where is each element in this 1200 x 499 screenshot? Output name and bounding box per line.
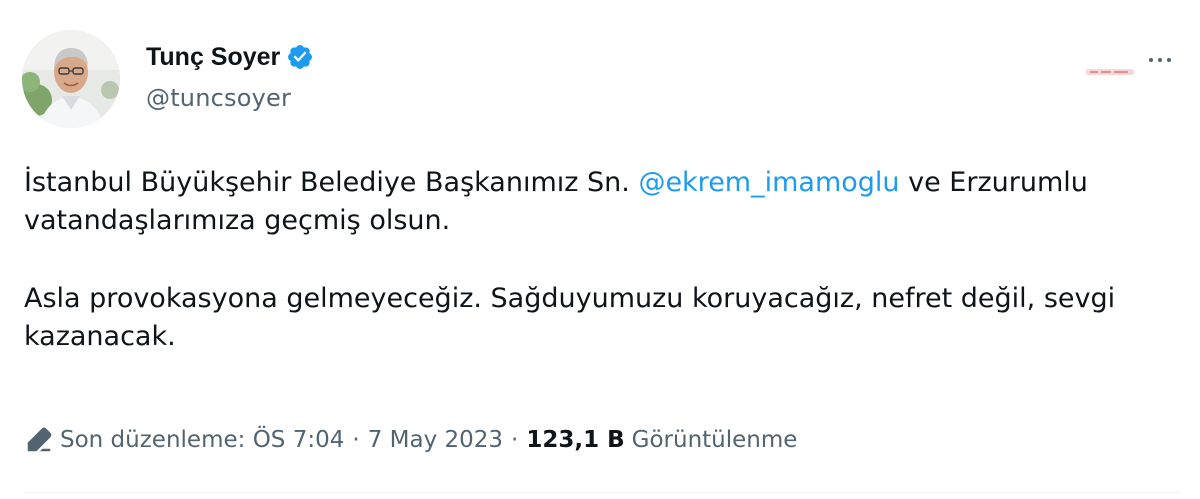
more-dot-icon bbox=[1149, 58, 1153, 62]
watermark-logo bbox=[1086, 69, 1134, 75]
mention-link[interactable]: @ekrem_imamoglu bbox=[638, 167, 899, 198]
views-label[interactable]: Görüntülenme bbox=[632, 427, 798, 453]
meta-separator: · bbox=[511, 427, 519, 453]
avatar[interactable] bbox=[22, 30, 120, 128]
avatar-photo bbox=[22, 30, 120, 128]
more-dot-icon bbox=[1158, 58, 1162, 62]
more-options-button[interactable] bbox=[1140, 48, 1180, 72]
tweet-author: Tunç Soyer @tuncsoyer bbox=[146, 40, 314, 112]
tweet-paragraph: İstanbul Büyükşehir Belediye Başkanımız … bbox=[24, 164, 1154, 240]
tweet-time[interactable]: ÖS 7:04 bbox=[253, 427, 345, 453]
more-dot-icon bbox=[1167, 58, 1171, 62]
tweet-date[interactable]: 7 May 2023 bbox=[368, 427, 503, 453]
divider bbox=[24, 492, 1180, 493]
author-name-row: Tunç Soyer bbox=[146, 40, 314, 74]
meta-separator: · bbox=[352, 427, 360, 453]
author-display-name[interactable]: Tunç Soyer bbox=[146, 43, 280, 72]
tweet-meta: Son düzenleme: ÖS 7:04 · 7 May 2023 · 12… bbox=[24, 422, 797, 458]
tweet-text: İstanbul Büyükşehir Belediye Başkanımız … bbox=[24, 164, 1154, 356]
verified-badge-icon[interactable] bbox=[286, 43, 314, 71]
tweet-paragraph: Asla provokasyona gelmeyeceğiz. Sağduyum… bbox=[24, 283, 1116, 352]
author-handle[interactable]: @tuncsoyer bbox=[146, 84, 314, 112]
edited-label[interactable]: Son düzenleme: bbox=[60, 427, 245, 453]
tweet-text-segment: İstanbul Büyükşehir Belediye Başkanımız … bbox=[24, 167, 639, 198]
edit-pencil-icon[interactable] bbox=[24, 425, 54, 455]
views-count[interactable]: 123,1 B bbox=[526, 427, 624, 453]
tweet-card: Tunç Soyer @tuncsoyer İstanbul Büyükşehi… bbox=[0, 0, 1200, 499]
